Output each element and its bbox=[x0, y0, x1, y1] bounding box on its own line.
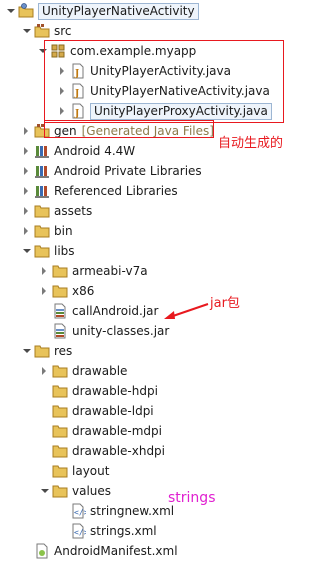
tree-item-src[interactable]: src bbox=[20, 22, 72, 40]
tree-item-folder[interactable]: x86 bbox=[38, 282, 94, 300]
chevron-right-icon[interactable] bbox=[20, 182, 32, 200]
tree-item-jar[interactable]: unity-classes.jar bbox=[38, 322, 169, 340]
folder-icon bbox=[52, 403, 68, 419]
tree-item-label: drawable-xhdpi bbox=[72, 444, 166, 458]
chevron-down-icon[interactable] bbox=[20, 22, 32, 40]
tree-item-folder[interactable]: res bbox=[20, 342, 72, 360]
folder-icon bbox=[52, 383, 68, 399]
folder-icon bbox=[52, 443, 68, 459]
folder-icon bbox=[34, 243, 50, 259]
folder-icon bbox=[52, 263, 68, 279]
tree-item-library[interactable]: Referenced Libraries bbox=[20, 182, 178, 200]
tree-item-label: values bbox=[72, 484, 112, 498]
tree-item-label: layout bbox=[72, 464, 110, 478]
chevron-right-icon[interactable] bbox=[38, 282, 50, 300]
tree-item-label: stringnew.xml bbox=[90, 504, 175, 518]
annotation-generated: 自动生成的 bbox=[218, 136, 284, 151]
chevron-down-icon[interactable] bbox=[20, 342, 32, 360]
tree-item-label: bin bbox=[54, 224, 73, 238]
folder-icon bbox=[34, 343, 50, 359]
tree-item-folder[interactable]: assets bbox=[20, 202, 92, 220]
tree-item-folder[interactable]: drawable-xhdpi bbox=[38, 442, 165, 460]
chevron-down-icon[interactable] bbox=[4, 2, 16, 20]
library-icon bbox=[34, 183, 50, 199]
tree-item-label: callAndroid.jar bbox=[72, 304, 159, 318]
jar-icon bbox=[52, 323, 68, 339]
tree-item-label: Android Private Libraries bbox=[54, 164, 202, 178]
annotation-strings: strings bbox=[168, 490, 216, 506]
folder-icon bbox=[52, 463, 68, 479]
project-icon bbox=[18, 3, 34, 19]
xml-file-icon: </> bbox=[70, 503, 89, 519]
jar-icon bbox=[52, 303, 68, 319]
package-explorer-tree: UnityPlayerNativeActivity src com.exampl… bbox=[0, 0, 308, 565]
tree-item-label: assets bbox=[54, 204, 93, 218]
chevron-right-icon[interactable] bbox=[38, 362, 50, 380]
folder-icon bbox=[52, 423, 68, 439]
tree-item-manifest[interactable]: AndroidManifest.xml bbox=[20, 542, 178, 560]
tree-item-label: src bbox=[54, 24, 72, 38]
folder-icon bbox=[52, 283, 68, 299]
tree-item-folder[interactable]: drawable bbox=[38, 362, 127, 380]
chevron-right-icon[interactable] bbox=[20, 162, 32, 180]
tree-item-jar[interactable]: callAndroid.jar bbox=[38, 302, 158, 320]
xml-file-icon: </> bbox=[70, 523, 89, 539]
tree-item-label: drawable-ldpi bbox=[72, 404, 154, 418]
folder-icon bbox=[52, 363, 68, 379]
folder-icon bbox=[52, 483, 68, 499]
tree-item-label: UnityPlayerNativeActivity bbox=[38, 2, 199, 20]
annotation-jar: jar包 bbox=[210, 296, 240, 311]
tree-item-folder[interactable]: drawable-ldpi bbox=[38, 402, 154, 420]
chevron-down-icon[interactable] bbox=[38, 482, 50, 500]
tree-item-label: libs bbox=[54, 244, 75, 258]
chevron-down-icon[interactable] bbox=[20, 242, 32, 260]
tree-item-label: Referenced Libraries bbox=[54, 184, 178, 198]
tree-item-folder[interactable]: drawable-hdpi bbox=[38, 382, 158, 400]
tree-item-folder[interactable]: libs bbox=[20, 242, 75, 260]
tree-item-folder[interactable]: layout bbox=[38, 462, 109, 480]
chevron-right-icon[interactable] bbox=[20, 142, 32, 160]
manifest-icon bbox=[34, 543, 50, 559]
tree-item-folder[interactable]: armeabi-v7a bbox=[38, 262, 148, 280]
library-icon bbox=[34, 143, 50, 159]
highlight-box-generated bbox=[44, 120, 214, 138]
chevron-right-icon[interactable] bbox=[20, 222, 32, 240]
library-icon bbox=[34, 163, 50, 179]
tree-item-label: AndroidManifest.xml bbox=[54, 544, 178, 558]
tree-item-label: Android 4.4W bbox=[54, 144, 136, 158]
tree-item-label: drawable-hdpi bbox=[72, 384, 158, 398]
svg-text:</>: </> bbox=[74, 508, 86, 517]
tree-item-label: strings.xml bbox=[90, 524, 157, 538]
annotation-arrow-icon bbox=[164, 303, 209, 319]
source-folder-icon bbox=[34, 23, 50, 39]
highlight-box-package bbox=[44, 40, 284, 123]
tree-item-label: drawable bbox=[72, 364, 128, 378]
tree-item-library[interactable]: Android Private Libraries bbox=[20, 162, 202, 180]
tree-item-folder[interactable]: drawable-mdpi bbox=[38, 422, 162, 440]
tree-item-library[interactable]: Android 4.4W bbox=[20, 142, 135, 160]
tree-item-xml-file[interactable]: </> stringnew.xml bbox=[56, 502, 174, 520]
tree-item-label: unity-classes.jar bbox=[72, 324, 170, 338]
tree-item-folder[interactable]: bin bbox=[20, 222, 73, 240]
tree-item-label: res bbox=[54, 344, 73, 358]
chevron-right-icon[interactable] bbox=[38, 262, 50, 280]
chevron-right-icon[interactable] bbox=[20, 202, 32, 220]
folder-icon bbox=[34, 223, 50, 239]
tree-item-label: drawable-mdpi bbox=[72, 424, 162, 438]
tree-item-label: armeabi-v7a bbox=[72, 264, 148, 278]
tree-item-label: x86 bbox=[72, 284, 95, 298]
tree-item-xml-file[interactable]: </> strings.xml bbox=[56, 522, 157, 540]
tree-item-project[interactable]: UnityPlayerNativeActivity bbox=[4, 2, 199, 20]
svg-text:</>: </> bbox=[74, 528, 86, 537]
chevron-right-icon[interactable] bbox=[20, 122, 32, 140]
tree-item-folder[interactable]: values bbox=[38, 482, 111, 500]
folder-icon bbox=[34, 203, 50, 219]
